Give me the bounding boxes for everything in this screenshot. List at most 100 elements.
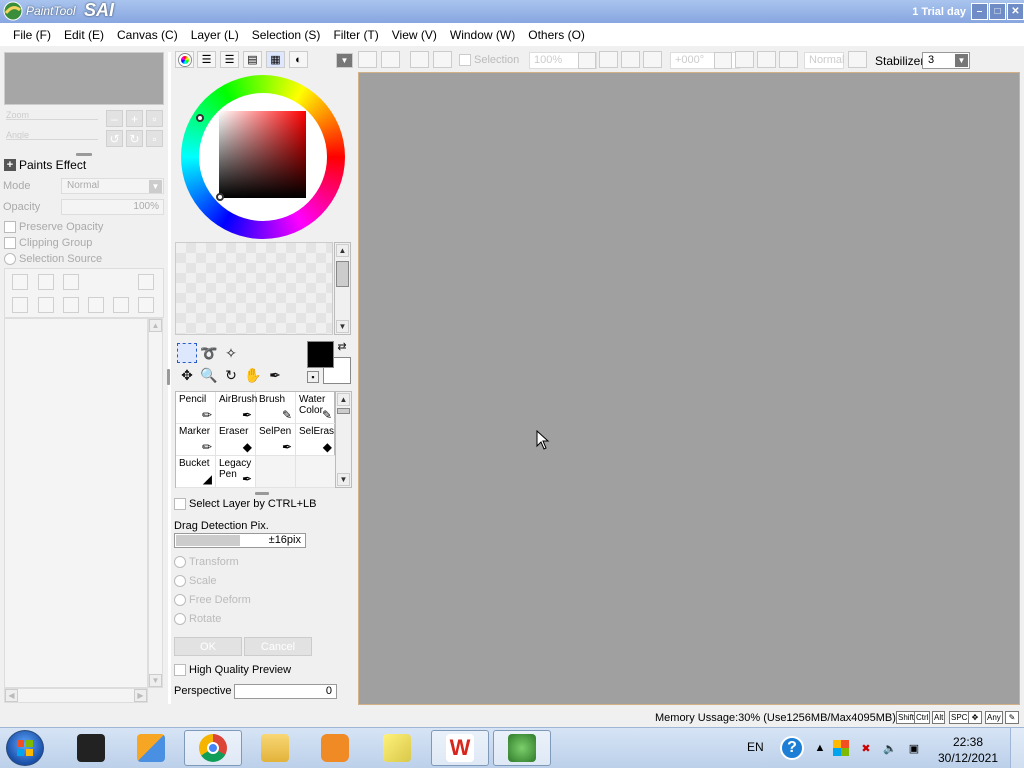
scroll-up-icon[interactable]: ▲ bbox=[149, 319, 162, 332]
rotate-left-icon[interactable] bbox=[735, 51, 754, 68]
maximize-button[interactable]: □ bbox=[989, 3, 1006, 20]
trash-icon[interactable] bbox=[88, 297, 104, 313]
swatch-grid[interactable] bbox=[175, 242, 333, 335]
rotate-tool-icon[interactable]: ↻ bbox=[221, 365, 241, 385]
show-desktop-button[interactable] bbox=[1010, 728, 1024, 768]
taskbar-wps-office[interactable]: W bbox=[431, 730, 489, 766]
taskbar-media-player[interactable] bbox=[306, 730, 364, 766]
zoom-in-icon[interactable] bbox=[621, 51, 640, 68]
security-alert-icon[interactable]: ✖ bbox=[858, 740, 874, 756]
menu-canvas[interactable]: Canvas (C) bbox=[104, 28, 178, 42]
magic-wand-icon[interactable]: ✧ bbox=[221, 343, 241, 363]
menu-others[interactable]: Others (O) bbox=[515, 28, 585, 42]
menu-file[interactable]: File (F) bbox=[0, 28, 51, 42]
new-linework-layer-icon[interactable] bbox=[38, 274, 54, 290]
zoom-in-button[interactable]: + bbox=[126, 110, 143, 127]
rotate-left-button[interactable]: ↺ bbox=[106, 130, 123, 147]
scroll-down-icon[interactable]: ▼ bbox=[336, 320, 349, 333]
brush-airbrush[interactable]: AirBrush ✒ bbox=[216, 392, 257, 424]
new-layer-icon[interactable] bbox=[12, 274, 28, 290]
transform-radio[interactable]: Transform bbox=[174, 556, 239, 568]
menu-window[interactable]: Window (W) bbox=[437, 28, 515, 42]
chevron-down-icon[interactable] bbox=[714, 52, 732, 69]
cancel-button[interactable]: Cancel bbox=[244, 637, 312, 656]
language-indicator[interactable]: EN bbox=[747, 740, 764, 754]
hue-marker[interactable] bbox=[196, 114, 204, 122]
swatches-icon[interactable]: ▦ bbox=[266, 51, 285, 68]
zoom-out-button[interactable]: – bbox=[106, 110, 123, 127]
blend-mode-field[interactable]: Normal bbox=[804, 52, 844, 69]
taskbar-file-explorer[interactable] bbox=[246, 730, 304, 766]
scroll-right-icon[interactable]: ▶ bbox=[134, 689, 147, 702]
minimize-button[interactable]: – bbox=[971, 3, 988, 20]
brush-selpen[interactable]: SelPen ✒ bbox=[256, 424, 296, 456]
angle-slider[interactable]: Angle bbox=[6, 130, 98, 142]
menu-filter[interactable]: Filter (T) bbox=[320, 28, 378, 42]
brush-legacy-pen[interactable]: Legacy Pen ✒ bbox=[216, 456, 256, 488]
brush-empty-slot[interactable] bbox=[256, 456, 296, 488]
free-deform-radio[interactable]: Free Deform bbox=[174, 594, 251, 606]
menu-view[interactable]: View (V) bbox=[379, 28, 437, 42]
taskbar-painttool-sai[interactable] bbox=[493, 730, 551, 766]
taskbar-photo-app[interactable] bbox=[122, 730, 180, 766]
selection-source-checkbox[interactable]: Selection Source bbox=[4, 253, 102, 265]
deselect-icon[interactable] bbox=[410, 51, 429, 68]
invert-selection-icon[interactable] bbox=[433, 51, 452, 68]
layer-list-horizontal-scrollbar[interactable]: ◀ ▶ bbox=[4, 688, 148, 703]
rotate-radio[interactable]: Rotate bbox=[174, 613, 221, 625]
swatch-scrollbar[interactable]: ▲ ▼ bbox=[334, 242, 351, 335]
brush-brush[interactable]: Brush ✎ bbox=[256, 392, 296, 424]
select-layer-checkbox[interactable]: Select Layer by CTRL+LB bbox=[174, 498, 316, 510]
merge-down-icon[interactable] bbox=[38, 297, 54, 313]
taskbar-video-editor[interactable] bbox=[62, 730, 120, 766]
scroll-down-icon[interactable]: ▼ bbox=[149, 674, 162, 687]
reset-colors-icon[interactable]: ▪ bbox=[307, 371, 319, 383]
scroll-up-icon[interactable]: ▲ bbox=[337, 393, 350, 406]
high-quality-preview-checkbox[interactable]: High Quality Preview bbox=[174, 664, 291, 676]
taskbar-sticky-notes[interactable] bbox=[368, 730, 426, 766]
eyedropper-icon[interactable]: ✒ bbox=[265, 365, 285, 385]
navigator-preview[interactable] bbox=[4, 52, 164, 105]
clock-time[interactable]: 22:38 bbox=[944, 735, 992, 749]
close-button[interactable]: ✕ bbox=[1007, 3, 1024, 20]
sv-marker[interactable] bbox=[216, 193, 224, 201]
rotate-right-icon[interactable] bbox=[757, 51, 776, 68]
brush-scrollbar[interactable]: ▲ ▼ bbox=[335, 391, 352, 488]
stabilizer-select[interactable]: 3 ▼ bbox=[922, 52, 970, 69]
clipping-group-checkbox[interactable]: Clipping Group bbox=[4, 237, 92, 249]
zoom-reset-button[interactable]: ▫ bbox=[146, 110, 163, 127]
hand-icon[interactable]: ✋ bbox=[243, 365, 263, 385]
scratchpad-icon[interactable]: ◐ bbox=[289, 51, 308, 68]
chevron-down-icon[interactable]: ▼ bbox=[336, 53, 353, 68]
undo-icon[interactable] bbox=[358, 51, 377, 68]
brush-pencil[interactable]: Pencil ✏ bbox=[176, 392, 216, 424]
menu-edit[interactable]: Edit (E) bbox=[51, 28, 104, 42]
layer-copy-icon[interactable] bbox=[138, 297, 154, 313]
scroll-thumb[interactable] bbox=[337, 408, 350, 414]
scale-radio[interactable]: Scale bbox=[174, 575, 217, 587]
preserve-opacity-checkbox[interactable]: Preserve Opacity bbox=[4, 221, 103, 233]
canvas-area[interactable] bbox=[358, 72, 1020, 705]
rotate-right-button[interactable]: ↻ bbox=[126, 130, 143, 147]
color-mixer-icon[interactable]: ▤ bbox=[243, 51, 262, 68]
rotate-reset-button[interactable]: ▫ bbox=[146, 130, 163, 147]
taskbar-chrome[interactable] bbox=[184, 730, 242, 766]
brush-bucket[interactable]: Bucket ◢ bbox=[176, 456, 216, 488]
clock-date[interactable]: 30/12/2021 bbox=[936, 751, 1000, 765]
apply-mask-icon[interactable] bbox=[113, 297, 129, 313]
zoom-reset-icon[interactable] bbox=[643, 51, 662, 68]
hsv-sliders-icon[interactable]: ☰ bbox=[220, 51, 239, 68]
mode-select[interactable]: Normal ▼ bbox=[61, 178, 164, 194]
paints-effect-toggle[interactable]: + Paints Effect bbox=[4, 158, 86, 172]
transfer-down-icon[interactable] bbox=[12, 297, 28, 313]
clear-layer-icon[interactable] bbox=[63, 297, 79, 313]
swap-colors-icon[interactable]: ⇄ bbox=[335, 339, 349, 353]
menu-layer[interactable]: Layer (L) bbox=[178, 28, 239, 42]
saturation-value-square[interactable] bbox=[219, 111, 306, 198]
volume-icon[interactable]: 🔈 bbox=[882, 740, 898, 756]
redo-icon[interactable] bbox=[381, 51, 400, 68]
scroll-left-icon[interactable]: ◀ bbox=[5, 689, 18, 702]
rotate-reset-icon[interactable] bbox=[779, 51, 798, 68]
brush-marker[interactable]: Marker ✏ bbox=[176, 424, 216, 456]
drag-detection-slider[interactable]: ±16pix bbox=[174, 533, 306, 548]
